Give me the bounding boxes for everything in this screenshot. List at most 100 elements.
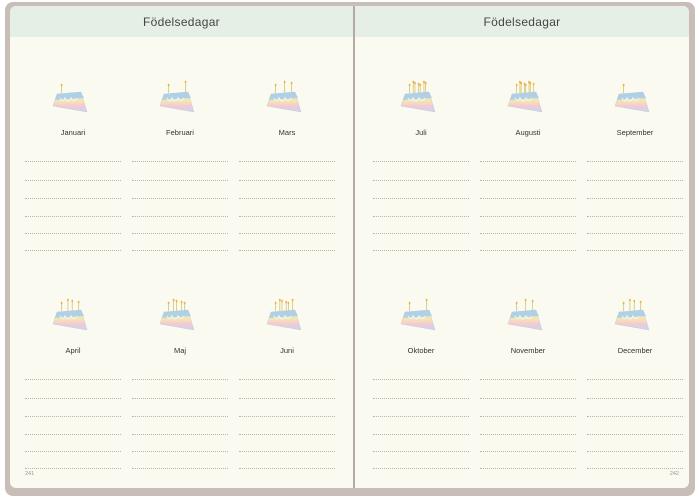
birthday-cake-icon [395,74,439,122]
writing-line[interactable] [480,180,576,181]
writing-line[interactable] [132,233,228,234]
month-label: Maj [173,346,187,355]
birthday-cake-icon [154,292,198,340]
writing-line[interactable] [239,161,335,162]
writing-line[interactable] [587,451,683,452]
writing-line[interactable] [480,198,576,199]
writing-line[interactable] [25,379,121,380]
writing-line[interactable] [480,451,576,452]
writing-line[interactable] [239,416,335,417]
writing-line[interactable] [132,198,228,199]
writing-line[interactable] [587,233,683,234]
birthday-cake-icon [502,74,546,122]
writing-line[interactable] [239,468,335,469]
writing-line[interactable] [25,216,121,217]
writing-line[interactable] [373,250,469,251]
month-label: Januari [60,128,86,137]
writing-line[interactable] [480,434,576,435]
writing-line[interactable] [25,468,121,469]
writing-line[interactable] [373,180,469,181]
writing-line[interactable] [480,468,576,469]
writing-line[interactable] [373,198,469,199]
writing-line[interactable] [373,379,469,380]
writing-line[interactable] [25,180,121,181]
writing-line[interactable] [239,198,335,199]
writing-line[interactable] [132,161,228,162]
writing-line[interactable] [239,250,335,251]
writing-line[interactable] [587,161,683,162]
writing-line[interactable] [239,434,335,435]
month-label: Februari [166,128,194,137]
month-label: November [510,346,546,355]
month-label: Juli [415,128,427,137]
writing-line[interactable] [373,451,469,452]
birthday-cake-icon [47,74,91,122]
writing-line[interactable] [587,180,683,181]
writing-line[interactable] [132,416,228,417]
page-title: Födelsedagar [355,6,689,37]
writing-line[interactable] [480,233,576,234]
month-label: Augusti [515,128,541,137]
writing-line[interactable] [480,379,576,380]
birthday-cake-icon [609,292,653,340]
month-label: Juni [280,346,294,355]
right-page: Födelsedagar Juli Augusti September Oktober… [355,6,689,488]
writing-line[interactable] [239,451,335,452]
writing-line[interactable] [373,468,469,469]
writing-line[interactable] [480,161,576,162]
birthday-cake-icon [47,292,91,340]
writing-line[interactable] [25,250,121,251]
month-label: April [65,346,81,355]
writing-line[interactable] [373,416,469,417]
birthday-cake-icon [502,292,546,340]
writing-line[interactable] [25,233,121,234]
writing-line[interactable] [132,250,228,251]
writing-line[interactable] [132,379,228,380]
page-number: 242 [669,471,679,477]
writing-line[interactable] [132,434,228,435]
writing-line[interactable] [587,216,683,217]
month-label: September [616,128,654,137]
birthday-cake-icon [154,74,198,122]
birthday-cake-icon [395,292,439,340]
writing-line[interactable] [587,379,683,380]
writing-line[interactable] [132,468,228,469]
writing-line[interactable] [25,451,121,452]
writing-line[interactable] [587,416,683,417]
writing-line[interactable] [132,180,228,181]
writing-line[interactable] [587,468,683,469]
page-number: 241 [25,471,35,477]
writing-line[interactable] [373,216,469,217]
birthday-cake-icon [261,292,305,340]
writing-line[interactable] [132,216,228,217]
writing-line[interactable] [25,161,121,162]
writing-line[interactable] [132,398,228,399]
writing-line[interactable] [373,233,469,234]
writing-line[interactable] [587,250,683,251]
writing-line[interactable] [25,434,121,435]
writing-line[interactable] [480,398,576,399]
writing-line[interactable] [239,233,335,234]
writing-line[interactable] [239,398,335,399]
writing-line[interactable] [239,216,335,217]
writing-line[interactable] [480,416,576,417]
writing-line[interactable] [373,398,469,399]
writing-line[interactable] [587,198,683,199]
writing-line[interactable] [587,398,683,399]
page-title: Födelsedagar [10,6,353,37]
writing-line[interactable] [25,416,121,417]
writing-line[interactable] [239,379,335,380]
birthday-cake-icon [609,74,653,122]
month-label: Oktober [407,346,435,355]
writing-line[interactable] [25,398,121,399]
month-label: Mars [278,128,296,137]
writing-line[interactable] [587,434,683,435]
writing-line[interactable] [373,161,469,162]
left-page: Födelsedagar Januari Februari Mars April Maj… [10,6,353,488]
writing-line[interactable] [132,451,228,452]
writing-line[interactable] [480,250,576,251]
writing-line[interactable] [373,434,469,435]
writing-line[interactable] [239,180,335,181]
writing-line[interactable] [480,216,576,217]
writing-line[interactable] [25,198,121,199]
